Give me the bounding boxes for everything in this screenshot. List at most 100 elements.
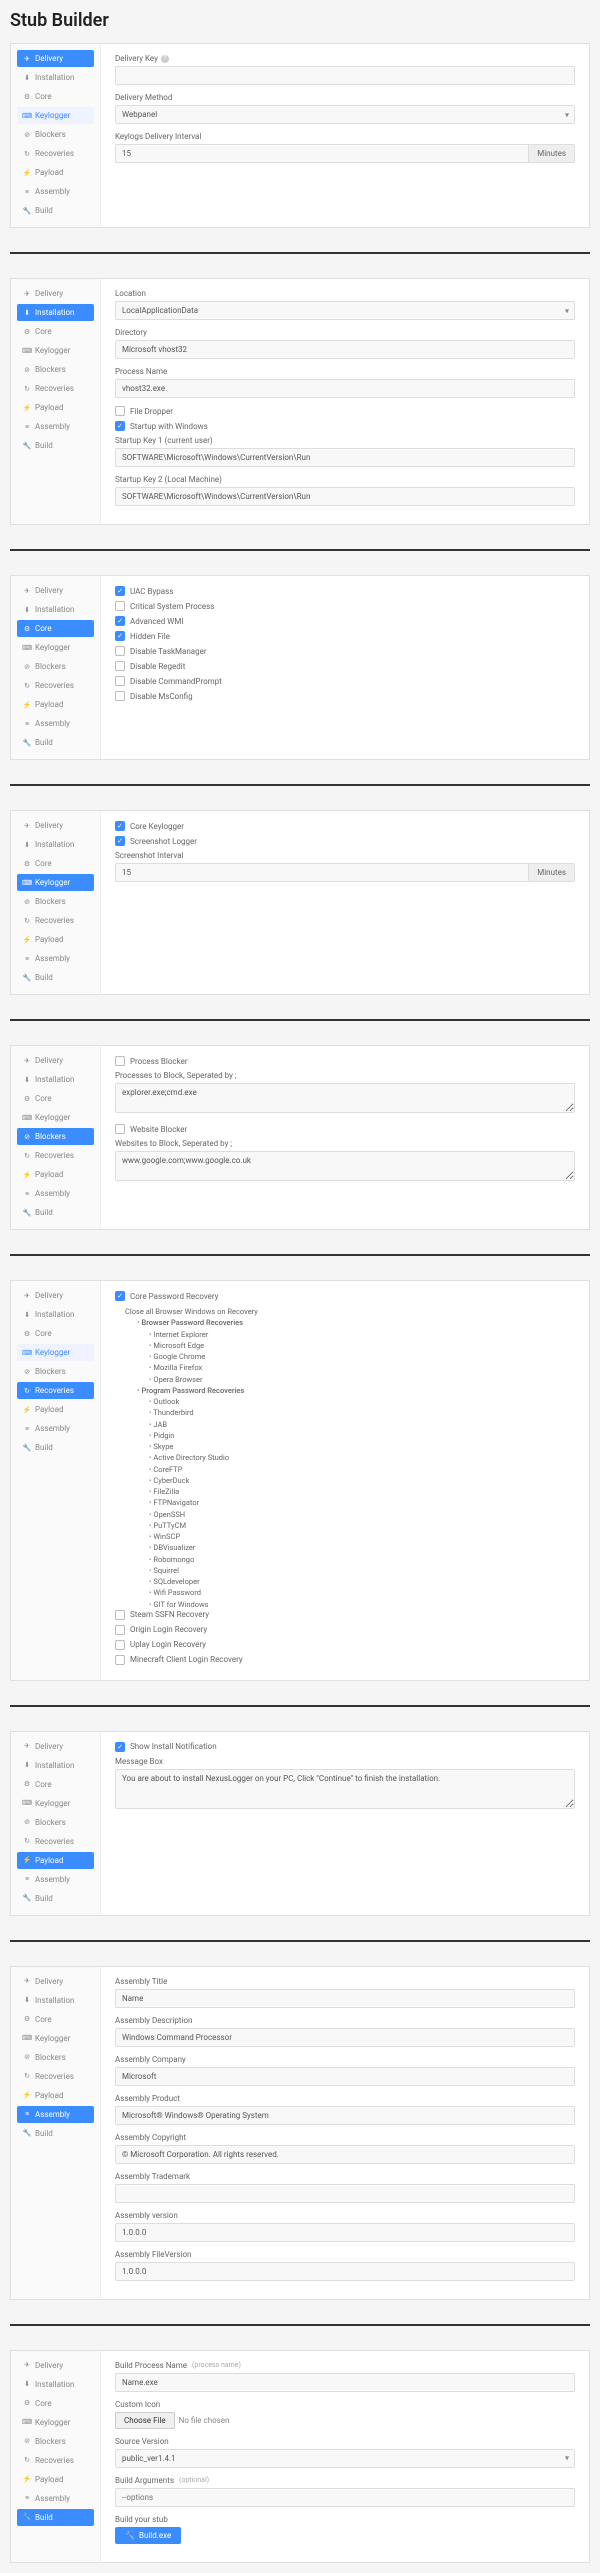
website-blocker-check[interactable] xyxy=(115,1124,125,1134)
nav-blockers[interactable]: ⊘Blockers xyxy=(17,1814,94,1831)
build-process-input[interactable] xyxy=(115,2373,575,2392)
nav-keylogger[interactable]: ⌨Keylogger xyxy=(17,2414,94,2431)
nav-core[interactable]: ⚙Core xyxy=(17,855,94,872)
build-button[interactable]: 🔧Build.exe xyxy=(115,2527,181,2544)
nav-keylogger[interactable]: ⌨Keylogger xyxy=(17,2030,94,2047)
directory-input[interactable] xyxy=(115,340,575,359)
nav-installation[interactable]: ⬇Installation xyxy=(17,1757,94,1774)
nav-payload[interactable]: ⚡Payload xyxy=(17,164,94,181)
nav-assembly[interactable]: ≡Assembly xyxy=(17,1420,94,1437)
delivery-interval-input[interactable] xyxy=(115,144,529,163)
startup-key2-input[interactable] xyxy=(115,487,575,506)
nav-build[interactable]: 🔧Build xyxy=(17,969,94,986)
delivery-method-select[interactable]: Webpanel xyxy=(115,105,575,124)
asm-title-input[interactable] xyxy=(115,1989,575,2008)
file-dropper-check[interactable] xyxy=(115,406,125,416)
processes-textarea[interactable]: explorer.exe;cmd.exe xyxy=(115,1083,575,1113)
nav-payload[interactable]: ⚡Payload xyxy=(17,1401,94,1418)
nav-recoveries[interactable]: ↻Recoveries xyxy=(17,1833,94,1850)
nav-assembly[interactable]: ≡Assembly xyxy=(17,715,94,732)
nav-blockers[interactable]: ⊘Blockers xyxy=(17,893,94,910)
nav-core[interactable]: ⚙Core xyxy=(17,2011,94,2028)
asm-version-input[interactable] xyxy=(115,2223,575,2242)
minecraft-check[interactable] xyxy=(115,1655,125,1665)
process-blocker-check[interactable] xyxy=(115,1056,125,1066)
nav-installation[interactable]: ⬇Installation xyxy=(17,1306,94,1323)
args-input[interactable] xyxy=(115,2488,575,2507)
nav-core[interactable]: ⚙Core xyxy=(17,1325,94,1342)
nav-recoveries[interactable]: ↻Recoveries xyxy=(17,2068,94,2085)
nav-recoveries[interactable]: ↻Recoveries xyxy=(17,1382,94,1399)
nav-recoveries[interactable]: ↻Recoveries xyxy=(17,2452,94,2469)
nav-assembly[interactable]: ≡Assembly xyxy=(17,1185,94,1202)
nav-recoveries[interactable]: ↻Recoveries xyxy=(17,912,94,929)
nav-keylogger[interactable]: ⌨Keylogger xyxy=(17,1109,94,1126)
nav-build[interactable]: 🔧Build xyxy=(17,1890,94,1907)
nav-core[interactable]: ⚙Core xyxy=(17,88,94,105)
nav-assembly[interactable]: ≡Assembly xyxy=(17,183,94,200)
origin-check[interactable] xyxy=(115,1625,125,1635)
nav-delivery[interactable]: ✈Delivery xyxy=(17,582,94,599)
nav-core[interactable]: ⚙Core xyxy=(17,1090,94,1107)
regedit-check[interactable] xyxy=(115,661,125,671)
nav-assembly[interactable]: ≡Assembly xyxy=(17,2106,94,2123)
screenshot-interval-input[interactable] xyxy=(115,863,529,882)
nav-blockers[interactable]: ⊘Blockers xyxy=(17,126,94,143)
delivery-key-input[interactable] xyxy=(115,66,575,85)
nav-build[interactable]: 🔧Build xyxy=(17,437,94,454)
nav-build[interactable]: 🔧Build xyxy=(17,2125,94,2142)
nav-blockers[interactable]: ⊘Blockers xyxy=(17,1128,94,1145)
nav-payload[interactable]: ⚡Payload xyxy=(17,1852,94,1869)
steam-check[interactable] xyxy=(115,1610,125,1620)
nav-payload[interactable]: ⚡Payload xyxy=(17,399,94,416)
nav-blockers[interactable]: ⊘Blockers xyxy=(17,1363,94,1380)
critical-check[interactable] xyxy=(115,601,125,611)
choose-file-button[interactable]: Choose File xyxy=(115,2412,175,2429)
show-notif-check[interactable] xyxy=(115,1742,125,1752)
nav-installation[interactable]: ⬇Installation xyxy=(17,2376,94,2393)
asm-desc-input[interactable] xyxy=(115,2028,575,2047)
nav-core[interactable]: ⚙Core xyxy=(17,620,94,637)
nav-blockers[interactable]: ⊘Blockers xyxy=(17,2433,94,2450)
asm-fileversion-input[interactable] xyxy=(115,2262,575,2281)
nav-delivery[interactable]: ✈Delivery xyxy=(17,285,94,302)
nav-keylogger[interactable]: ⌨Keylogger xyxy=(17,107,94,124)
msgbox-textarea[interactable]: You are about to install NexusLogger on … xyxy=(115,1769,575,1809)
nav-installation[interactable]: ⬇Installation xyxy=(17,304,94,321)
nav-blockers[interactable]: ⊘Blockers xyxy=(17,361,94,378)
nav-payload[interactable]: ⚡Payload xyxy=(17,696,94,713)
screenshot-check[interactable] xyxy=(115,836,125,846)
asm-copyright-input[interactable] xyxy=(115,2145,575,2164)
nav-build[interactable]: 🔧Build xyxy=(17,1439,94,1456)
nav-payload[interactable]: ⚡Payload xyxy=(17,2087,94,2104)
nav-core[interactable]: ⚙Core xyxy=(17,1776,94,1793)
process-input[interactable] xyxy=(115,379,575,398)
nav-assembly[interactable]: ≡Assembly xyxy=(17,1871,94,1888)
nav-delivery[interactable]: ✈Delivery xyxy=(17,1052,94,1069)
nav-keylogger[interactable]: ⌨Keylogger xyxy=(17,1344,94,1361)
uac-check[interactable] xyxy=(115,586,125,596)
help-icon[interactable]: ? xyxy=(161,55,169,63)
nav-payload[interactable]: ⚡Payload xyxy=(17,1166,94,1183)
nav-blockers[interactable]: ⊘Blockers xyxy=(17,658,94,675)
nav-installation[interactable]: ⬇Installation xyxy=(17,836,94,853)
nav-core[interactable]: ⚙Core xyxy=(17,323,94,340)
nav-delivery[interactable]: ✈Delivery xyxy=(17,50,94,67)
nav-recoveries[interactable]: ↻Recoveries xyxy=(17,677,94,694)
nav-keylogger[interactable]: ⌨Keylogger xyxy=(17,1795,94,1812)
nav-assembly[interactable]: ≡Assembly xyxy=(17,950,94,967)
asm-trademark-input[interactable] xyxy=(115,2184,575,2203)
nav-payload[interactable]: ⚡Payload xyxy=(17,2471,94,2488)
nav-delivery[interactable]: ✈Delivery xyxy=(17,817,94,834)
startup-check[interactable] xyxy=(115,421,125,431)
nav-delivery[interactable]: ✈Delivery xyxy=(17,1738,94,1755)
msconfig-check[interactable] xyxy=(115,691,125,701)
nav-payload[interactable]: ⚡Payload xyxy=(17,931,94,948)
nav-delivery[interactable]: ✈Delivery xyxy=(17,1287,94,1304)
nav-assembly[interactable]: ≡Assembly xyxy=(17,2490,94,2507)
nav-keylogger[interactable]: ⌨Keylogger xyxy=(17,874,94,891)
nav-installation[interactable]: ⬇Installation xyxy=(17,1992,94,2009)
nav-installation[interactable]: ⬇Installation xyxy=(17,69,94,86)
nav-installation[interactable]: ⬇Installation xyxy=(17,601,94,618)
taskmgr-check[interactable] xyxy=(115,646,125,656)
